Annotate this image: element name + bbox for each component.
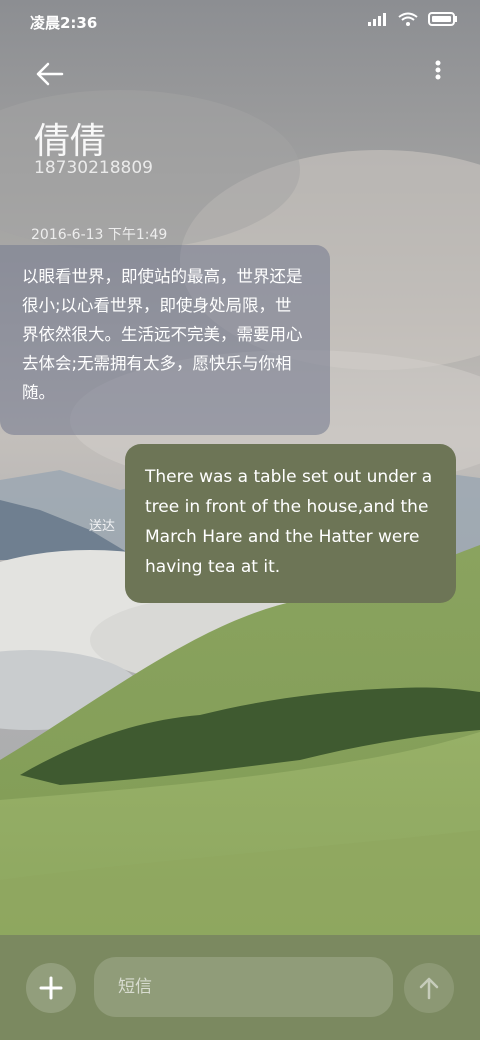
more-vertical-icon xyxy=(435,60,441,80)
send-button[interactable] xyxy=(404,963,454,1013)
more-options-button[interactable] xyxy=(428,58,448,88)
send-arrow-icon xyxy=(419,977,439,1000)
contact-phone: 18730218809 xyxy=(34,158,153,178)
message-composer xyxy=(0,935,480,1040)
plus-icon xyxy=(39,976,63,1000)
status-bar: 凌晨2:36 xyxy=(0,0,480,42)
back-button[interactable] xyxy=(32,56,68,92)
conversation-header: 倩倩 18730218809 xyxy=(0,50,480,190)
incoming-message-bubble[interactable]: 以眼看世界，即使站的最高，世界还是很小;以心看世界，即使身处局限，世界依然很大。… xyxy=(0,245,330,435)
sms-input[interactable] xyxy=(94,957,393,1017)
add-attachment-button[interactable] xyxy=(26,963,76,1013)
outgoing-message-bubble[interactable]: There was a table set out under a tree i… xyxy=(125,444,456,603)
signal-icon xyxy=(368,13,386,26)
contact-name: 倩倩 xyxy=(34,121,107,162)
wifi-icon xyxy=(398,12,418,26)
status-icons xyxy=(368,12,458,26)
status-time: 凌晨2:36 xyxy=(30,14,98,32)
delivery-status: 送达 xyxy=(89,519,116,534)
back-arrow-icon xyxy=(36,62,64,86)
battery-icon xyxy=(428,12,457,26)
message-timestamp: 2016-6-13 下午1:49 xyxy=(31,227,168,243)
